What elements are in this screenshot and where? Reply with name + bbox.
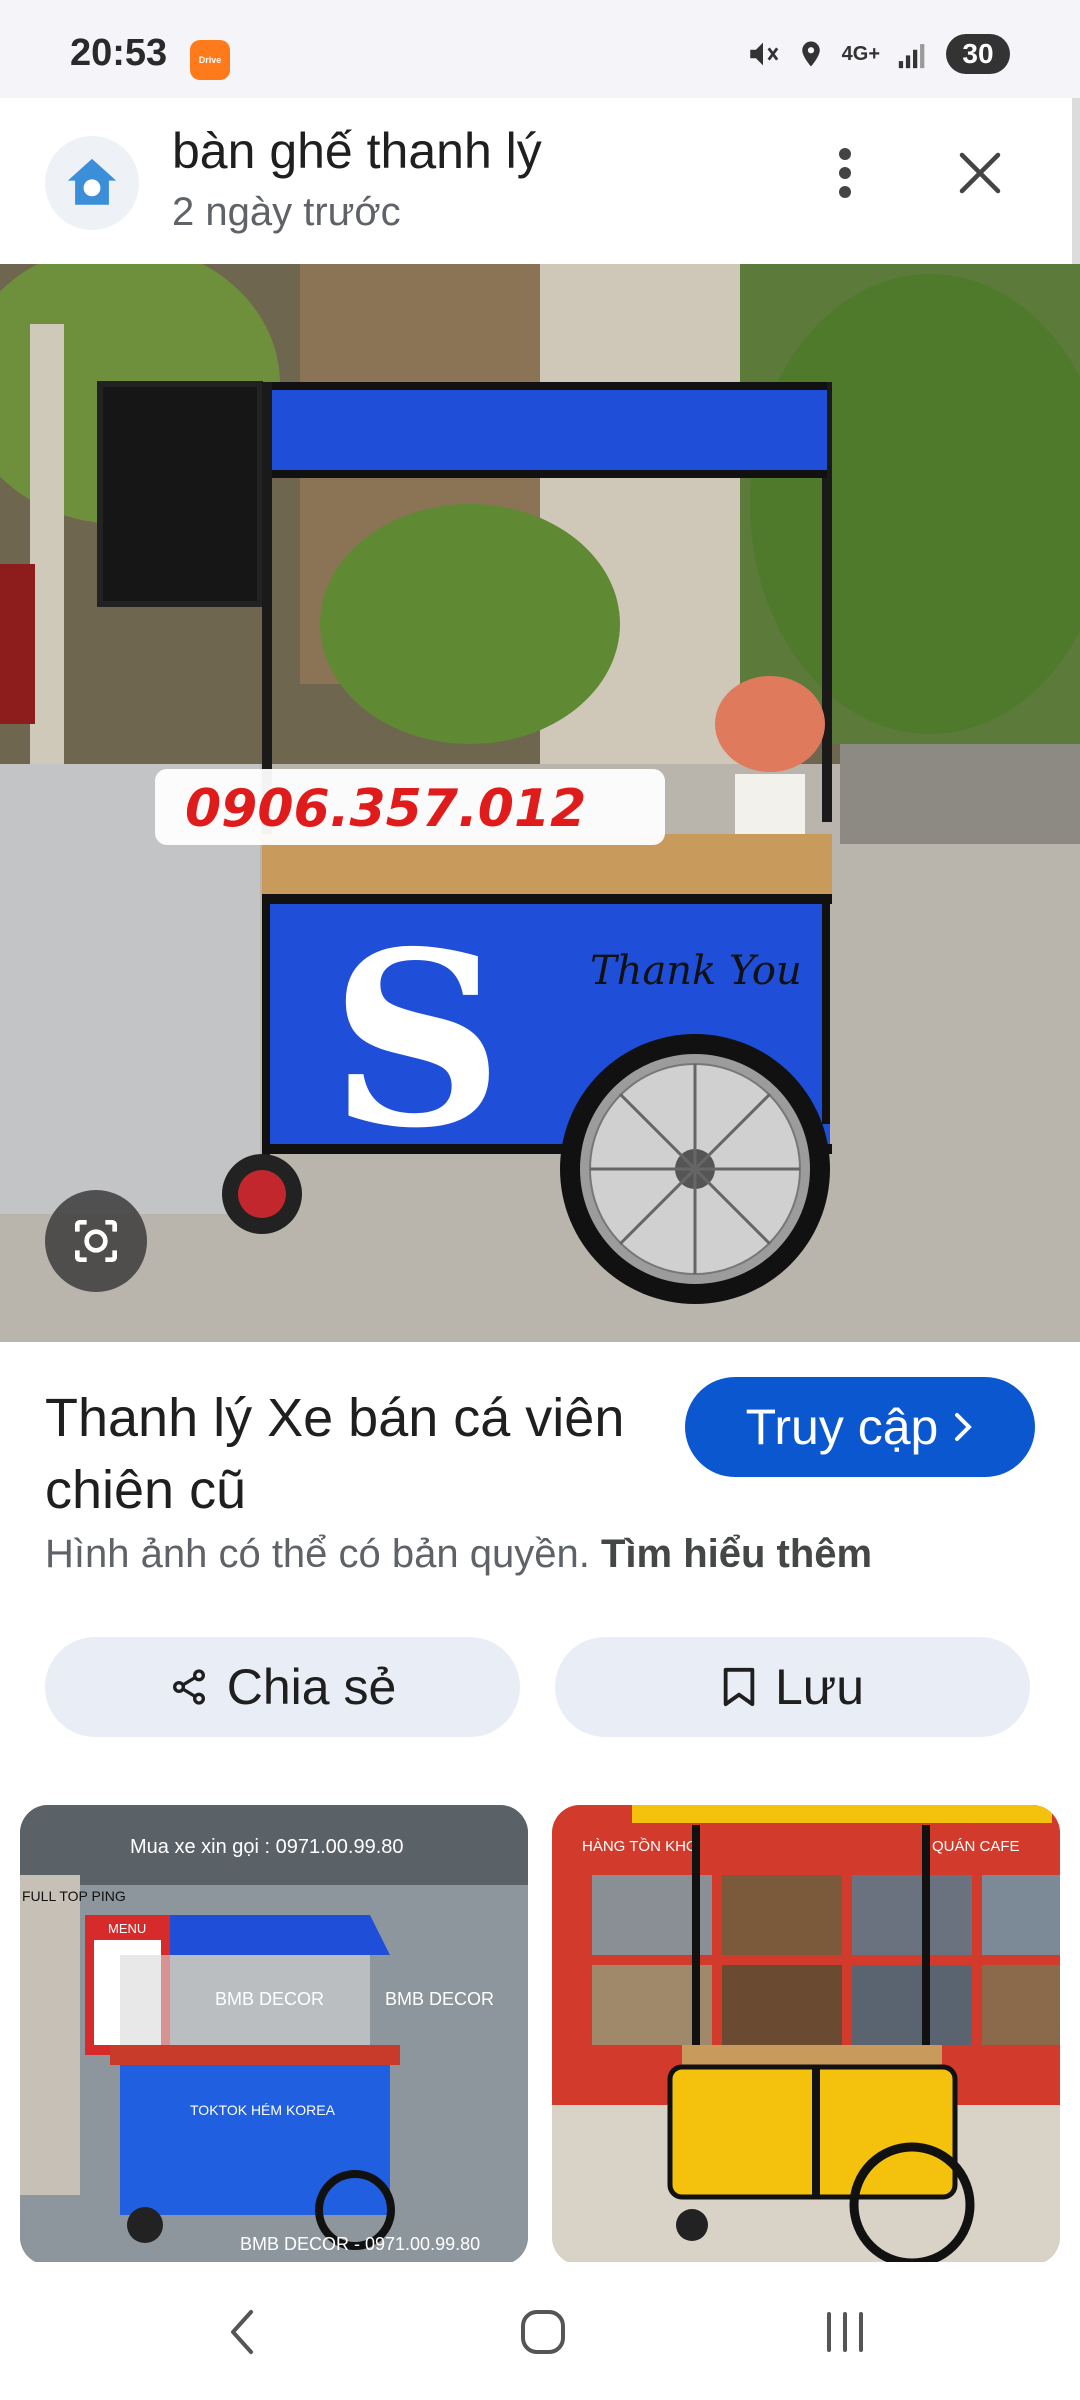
share-icon (172, 1669, 205, 1705)
source-title[interactable]: bàn ghế thanh lý (172, 122, 542, 180)
nav-recents-button[interactable] (800, 2292, 890, 2372)
share-label: Chia sẻ (226, 1659, 397, 1715)
visit-button[interactable]: Truy cập (685, 1377, 1035, 1477)
visit-label: Truy cập (745, 1399, 939, 1455)
related-1-bottom-text: BMB DECOR - 0971.00.99.80 (240, 2234, 480, 2254)
share-button[interactable]: Chia sẻ (45, 1637, 520, 1737)
related-2-banner: HÀNG TỒN KHO (582, 1837, 698, 1855)
cart-script-text: Thank You (590, 948, 802, 994)
home-icon (521, 2310, 565, 2354)
lens-icon (75, 1220, 117, 1262)
source-date: 2 ngày trước (172, 190, 401, 234)
lens-search-button[interactable] (45, 1190, 147, 1292)
site-avatar[interactable] (45, 136, 139, 230)
more-vert-icon (839, 148, 851, 198)
recents-icon (827, 2312, 863, 2352)
signal-icon (898, 44, 925, 69)
network-4g-icon: 4G+ (841, 42, 880, 65)
close-icon (959, 152, 1001, 194)
nav-back-button[interactable] (197, 2292, 287, 2372)
battery-icon: 30 (946, 34, 1010, 74)
mute-icon (749, 42, 778, 66)
save-label: Lưu (774, 1659, 865, 1715)
nav-home-button[interactable] (498, 2292, 588, 2372)
close-button[interactable] (950, 143, 1010, 203)
related-image-1[interactable]: Mua xe xin gọi : 0971.00.99.80 FULL TOP … (20, 1805, 528, 2265)
cart-letter: S (330, 899, 503, 1181)
more-options-button[interactable] (820, 138, 870, 208)
house-icon (67, 158, 117, 205)
related-image-2[interactable]: HÀNG TỒN KHO QUÁN CAFE (552, 1805, 1060, 2265)
result-header: bàn ghế thanh lý 2 ngày trước (0, 98, 1080, 264)
chevron-right-icon (955, 1413, 973, 1441)
related-1-brand-2: BMB DECOR (385, 1989, 494, 2009)
save-button[interactable]: Lưu (555, 1637, 1030, 1737)
location-icon (801, 41, 820, 67)
result-title[interactable]: Thanh lý Xe bán cá viên chiên cũ (45, 1382, 645, 1526)
system-nav-bar (0, 2262, 1080, 2400)
related-1-sign: FULL TOP PING (22, 1888, 126, 1904)
status-icons: 4G+ 30 (746, 34, 1010, 74)
bookmark-icon (723, 1667, 755, 1707)
related-1-top-text: Mua xe xin gọi : 0971.00.99.80 (130, 1836, 404, 1858)
related-1-brand: BMB DECOR (215, 1989, 324, 2009)
related-1-cart-text: TOKTOK HÉM KOREA (190, 2102, 336, 2118)
related-1-menu: MENU (108, 1921, 146, 1936)
related-2-banner-2: QUÁN CAFE (932, 1838, 1020, 1855)
status-bar: 20:53 Drive 4G+ 30 (0, 0, 1080, 98)
copyright-notice: Hình ảnh có thể có bản quyền. Tìm hiểu t… (45, 1532, 872, 1577)
learn-more-link[interactable]: Tìm hiểu thêm (601, 1532, 872, 1576)
hero-image[interactable]: S Thank You 0906.357.012 (0, 264, 1080, 1342)
drive-app-icon: Drive (190, 40, 230, 80)
copyright-text: Hình ảnh có thể có bản quyền. (45, 1532, 590, 1576)
phone-number-overlay: 0906.357.012 (185, 779, 586, 839)
back-icon (231, 2310, 253, 2354)
status-time: 20:53 (70, 32, 168, 74)
